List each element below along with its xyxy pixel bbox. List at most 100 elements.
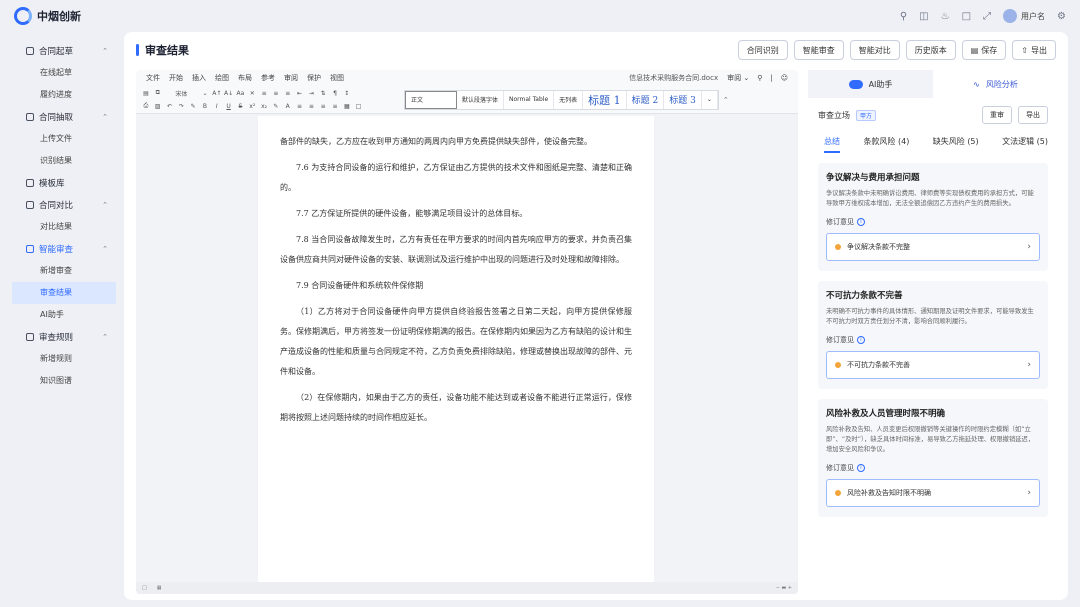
- message-icon[interactable]: ◫: [919, 11, 928, 22]
- paste-icon[interactable]: ▨: [155, 103, 161, 110]
- subtab-missing-risk[interactable]: 缺失风险 (5): [933, 136, 979, 153]
- case-icon[interactable]: Aa: [237, 90, 245, 97]
- info-icon[interactable]: i: [857, 464, 865, 472]
- style-no-list[interactable]: 无列表: [554, 90, 584, 109]
- bullets-icon[interactable]: ≡: [262, 90, 267, 97]
- info-icon[interactable]: i: [857, 336, 865, 344]
- print-icon[interactable]: ⎙: [144, 102, 149, 110]
- style-heading-2[interactable]: 标题 2: [627, 90, 665, 109]
- smart-review-button[interactable]: 智能审查: [793, 40, 844, 60]
- font-shrink-icon[interactable]: A↓: [224, 90, 233, 97]
- menu-home[interactable]: 开始: [169, 73, 183, 83]
- zoom-controls[interactable]: − ▬ +: [776, 585, 792, 591]
- revision-item[interactable]: 争议解决条款不完整 ›: [826, 233, 1040, 261]
- search-icon[interactable]: ⚲: [757, 74, 762, 82]
- menu-view[interactable]: 视图: [330, 73, 344, 83]
- history-version-button[interactable]: 历史版本: [905, 40, 956, 60]
- font-size-select[interactable]: ⌄: [202, 90, 207, 97]
- nav-group-review[interactable]: 智能审查 ⌃: [12, 238, 116, 260]
- font-grow-icon[interactable]: A↑: [212, 90, 221, 97]
- sidebar-item-progress[interactable]: 履约进度: [12, 84, 116, 106]
- font-select[interactable]: 宋体: [175, 89, 187, 98]
- mode-select[interactable]: 审阅 ⌄: [727, 73, 749, 83]
- sidebar-item-new-review[interactable]: 新增审查: [12, 260, 116, 282]
- style-default-font[interactable]: 默认段落字体: [457, 90, 505, 109]
- sidebar-item-upload[interactable]: 上传文件: [12, 128, 116, 150]
- user-icon[interactable]: ☺: [781, 74, 788, 82]
- sidebar-item-new-rule[interactable]: 新增规则: [12, 348, 116, 370]
- copy-icon[interactable]: ⧉: [156, 89, 160, 97]
- menu-review[interactable]: 审阅: [284, 73, 298, 83]
- gear-icon[interactable]: ⚙: [1057, 11, 1066, 22]
- shading-icon[interactable]: ▦: [344, 103, 350, 110]
- strike-icon[interactable]: S: [239, 103, 243, 110]
- clear-format-icon[interactable]: ✕: [250, 90, 255, 97]
- info-icon[interactable]: i: [857, 218, 865, 226]
- user-menu[interactable]: 用户名: [1003, 9, 1045, 23]
- search-icon[interactable]: ⚲: [900, 11, 907, 22]
- layout-icon[interactable]: ▦: [157, 585, 162, 591]
- menu-references[interactable]: 参考: [261, 73, 275, 83]
- style-heading-3[interactable]: 标题 3: [664, 90, 702, 109]
- tab-ai-assistant[interactable]: AI助手: [808, 70, 933, 98]
- subscript-icon[interactable]: x₂: [261, 103, 267, 110]
- style-heading-1[interactable]: 标题 1: [583, 90, 627, 109]
- save-button[interactable]: ▤ 保存: [961, 40, 1007, 60]
- nav-group-templates[interactable]: 模板库: [12, 172, 116, 194]
- menu-layout[interactable]: 布局: [238, 73, 252, 83]
- highlight-icon[interactable]: ✎: [273, 103, 278, 110]
- italic-icon[interactable]: I: [216, 103, 218, 110]
- contract-recognition-button[interactable]: 合同识别: [737, 40, 788, 60]
- panel-export-button[interactable]: 导出: [1018, 106, 1048, 124]
- undo-icon[interactable]: ↶: [167, 103, 172, 110]
- revision-item[interactable]: 风险补救及告知时限不明确 ›: [826, 479, 1040, 507]
- marks-icon[interactable]: ¶: [333, 90, 337, 97]
- sidebar-item-review-result[interactable]: 审查结果: [12, 282, 116, 304]
- collapse-toolbar-icon[interactable]: ⌃: [723, 96, 729, 104]
- nav-group-compare[interactable]: 合同对比 ⌃: [12, 194, 116, 216]
- sort-icon[interactable]: ⇅: [321, 90, 326, 97]
- justify-icon[interactable]: ≡: [332, 103, 337, 110]
- revision-item[interactable]: 不可抗力条款不完善 ›: [826, 351, 1040, 379]
- export-button[interactable]: ⇧ 导出: [1012, 40, 1056, 60]
- stance-badge[interactable]: 甲方: [856, 109, 877, 121]
- sidebar-item-knowledge-graph[interactable]: 知识图谱: [12, 370, 116, 392]
- re-review-button[interactable]: 重审: [982, 106, 1012, 124]
- indent-dec-icon[interactable]: ⇤: [297, 90, 302, 97]
- style-more-icon[interactable]: ⌄: [702, 90, 718, 109]
- align-center-icon[interactable]: ≡: [309, 103, 314, 110]
- nav-group-extract[interactable]: 合同抽取 ⌃: [12, 106, 116, 128]
- line-spacing-icon[interactable]: ↕: [344, 90, 349, 97]
- subtab-grammar-logic[interactable]: 文法逻辑 (5): [1002, 136, 1048, 153]
- style-normal[interactable]: 正文: [405, 90, 457, 109]
- menu-insert[interactable]: 插入: [192, 73, 206, 83]
- nav-group-draft[interactable]: 合同起草 ⌃: [12, 40, 116, 62]
- nav-group-rules[interactable]: 审查规则 ⌃: [12, 326, 116, 348]
- indent-inc-icon[interactable]: ⇥: [309, 90, 314, 97]
- menu-protect[interactable]: 保护: [307, 73, 321, 83]
- bell-icon[interactable]: ♨: [941, 11, 950, 22]
- doc-icon[interactable]: □: [962, 11, 971, 22]
- fullscreen-icon[interactable]: ⤢: [983, 11, 991, 22]
- document-page[interactable]: 备部件的缺失，乙方应在收到甲方通知的两周内向甲方免费提供缺失部件，使设备完整。 …: [258, 116, 654, 584]
- redo-icon[interactable]: ↷: [179, 103, 184, 110]
- subtab-clause-risk[interactable]: 条款风险 (4): [863, 136, 909, 153]
- smart-compare-button[interactable]: 智能对比: [849, 40, 900, 60]
- menu-file[interactable]: 文件: [146, 73, 160, 83]
- align-right-icon[interactable]: ≡: [321, 103, 326, 110]
- menu-draw[interactable]: 绘图: [215, 73, 229, 83]
- brand-logo[interactable]: 中烟创新: [14, 7, 81, 25]
- align-left-icon[interactable]: ≡: [297, 103, 302, 110]
- sidebar-item-recognition[interactable]: 识别结果: [12, 150, 116, 172]
- font-color-icon[interactable]: A: [286, 103, 290, 110]
- border-icon[interactable]: □: [356, 103, 362, 110]
- style-normal-table[interactable]: Normal Table: [504, 90, 555, 109]
- numbering-icon[interactable]: ≡: [273, 90, 278, 97]
- bold-icon[interactable]: B: [203, 103, 207, 110]
- subtab-summary[interactable]: 总结: [824, 136, 840, 153]
- sidebar-item-ai-assistant[interactable]: AI助手: [12, 304, 116, 326]
- underline-icon[interactable]: U: [226, 103, 230, 110]
- sidebar-item-compare-result[interactable]: 对比结果: [12, 216, 116, 238]
- format-painter-icon[interactable]: ✎: [191, 103, 196, 110]
- superscript-icon[interactable]: x²: [249, 103, 255, 110]
